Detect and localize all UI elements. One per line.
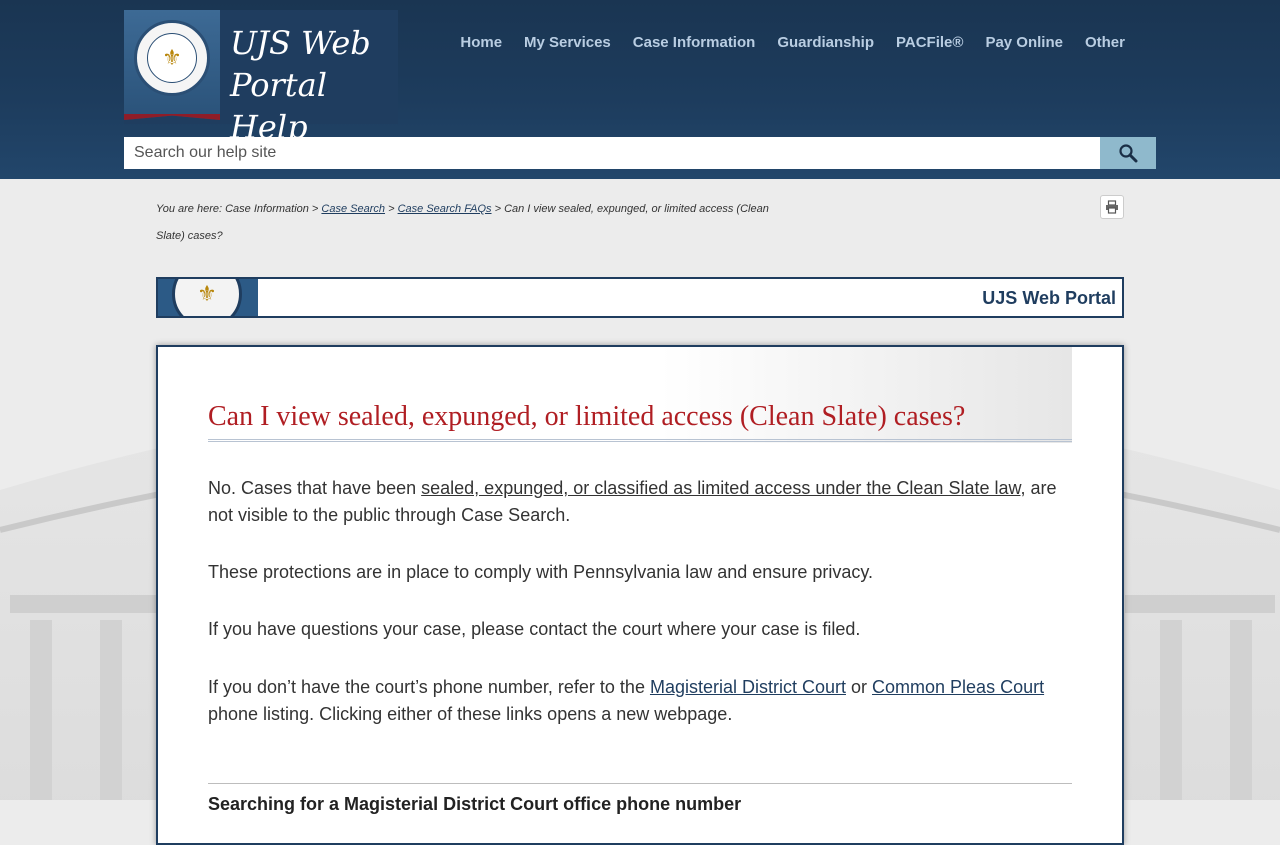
nav-case-information[interactable]: Case Information — [633, 34, 756, 51]
breadcrumb: You are here: Case Information > Case Se… — [156, 196, 796, 250]
search-button[interactable] — [1100, 137, 1156, 169]
logo-title-line1: UJS Web — [230, 24, 371, 62]
clean-slate-law-link[interactable]: sealed, expunged, or classified as limit… — [421, 478, 1020, 498]
portal-banner: ⚜ UJS Web Portal — [156, 277, 1124, 318]
breadcrumb-link-case-search-faqs[interactable]: Case Search FAQs — [398, 203, 492, 215]
site-logo[interactable]: ⚜ UJS Web Portal Help — [124, 10, 398, 146]
common-pleas-court-link[interactable]: Common Pleas Court — [872, 677, 1044, 697]
breadcrumb-link-case-search[interactable]: Case Search — [321, 203, 385, 215]
supreme-court-seal-icon: ⚜ — [134, 20, 210, 96]
article-paragraph-1: No. Cases that have been sealed, expunge… — [208, 478, 1057, 525]
site-header: ⚜ UJS Web Portal Help Home My Services C… — [0, 0, 1280, 179]
nav-my-services[interactable]: My Services — [524, 34, 611, 51]
search-icon — [1119, 144, 1138, 163]
portal-banner-title: UJS Web Portal — [982, 288, 1116, 308]
logo-title-line2: Portal Help — [230, 66, 327, 146]
breadcrumb-prefix: You are here: Case Information > — [156, 203, 319, 215]
article-paragraph-2: These protections are in place to comply… — [208, 562, 874, 582]
seal-banner: ⚜ — [124, 10, 220, 120]
nav-home[interactable]: Home — [460, 34, 502, 51]
nav-pacfile[interactable]: PACFile® — [896, 34, 963, 51]
section-heading: Searching for a Magisterial District Cou… — [208, 794, 742, 814]
search-input[interactable] — [124, 137, 1100, 169]
article-card: Can I view sealed, expunged, or limited … — [156, 345, 1124, 845]
breadcrumb-separator: > — [388, 203, 395, 215]
nav-pay-online[interactable]: Pay Online — [985, 34, 1063, 51]
article-paragraph-3: If you have questions your case, please … — [208, 619, 861, 639]
section-divider — [208, 783, 1072, 784]
nav-guardianship[interactable]: Guardianship — [777, 34, 874, 51]
article-paragraph-4: If you don’t have the court’s phone numb… — [208, 677, 1045, 724]
logo-title: UJS Web Portal Help — [230, 22, 398, 148]
help-search-bar — [124, 137, 1156, 169]
nav-other[interactable]: Other — [1085, 34, 1125, 51]
printer-icon — [1106, 200, 1118, 214]
main-nav: Home My Services Case Information Guardi… — [460, 34, 1125, 51]
print-button[interactable] — [1100, 195, 1124, 219]
magisterial-district-court-link[interactable]: Magisterial District Court — [650, 677, 846, 697]
article-title: Can I view sealed, expunged, or limited … — [208, 399, 1072, 442]
portal-seal-icon: ⚜ — [158, 279, 258, 316]
